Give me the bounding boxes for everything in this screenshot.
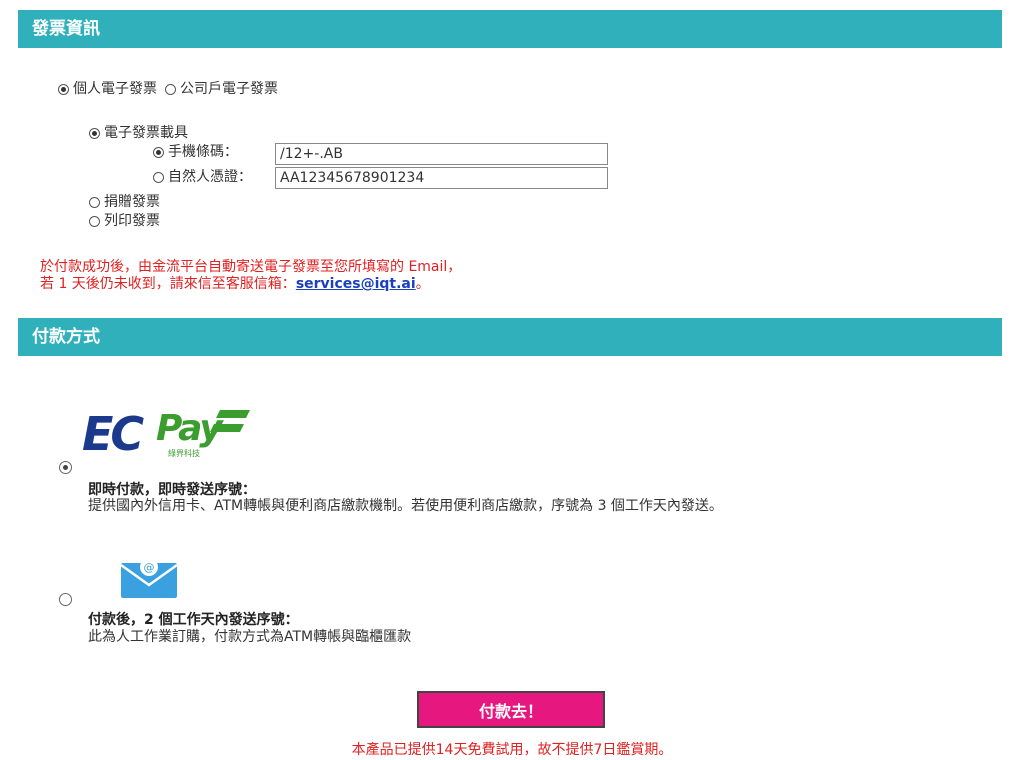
invoice-section-header: 發票資訊 <box>18 10 1002 48</box>
ecpay-logo-graphic: EC Pay 綠界科技 <box>82 407 250 461</box>
personal-invoice-label: 個人電子發票 <box>73 81 157 97</box>
donate-row: 捐贈發票 <box>89 193 160 211</box>
citizen-cert-label: 自然人憑證： <box>168 169 252 185</box>
radio-personal-invoice[interactable] <box>58 83 69 95</box>
donate-invoice-label: 捐贈發票 <box>104 194 160 210</box>
radio-donate-invoice[interactable] <box>89 196 100 208</box>
radio-citizen-cert[interactable] <box>153 171 164 183</box>
support-email-link[interactable]: services@iqt.ai <box>296 276 416 292</box>
citizen-cert-row: 自然人憑證： <box>153 168 252 186</box>
print-invoice-label: 列印發票 <box>104 213 160 229</box>
ecpay-logo: EC Pay 綠界科技 <box>82 402 252 461</box>
pay-submit-button[interactable]: 付款去！ <box>417 691 605 728</box>
radio-manual-payment[interactable] <box>59 593 72 606</box>
print-row: 列印發票 <box>89 212 160 230</box>
manual-payment-desc: 此為人工作業訂購，付款方式為ATM轉帳與臨櫃匯款 <box>88 629 412 645</box>
radio-print-invoice[interactable] <box>89 215 100 227</box>
invoice-notice-line1: 於付款成功後，由金流平台自動寄送電子發票至您所填寫的 Email， <box>40 259 462 275</box>
ecpay-logo-sub: 綠界科技 <box>168 448 200 458</box>
radio-company-invoice[interactable] <box>165 83 176 95</box>
carrier-row: 電子發票載具 <box>89 124 188 142</box>
citizen-cert-input[interactable] <box>275 167 608 189</box>
ecpay-logo-ec: EC <box>82 407 144 460</box>
invoice-notice-line2: 若 1 天後仍未收到，請來信至客服信箱：services@iqt.ai。 <box>40 276 430 292</box>
mobile-barcode-row: 手機條碼： <box>153 143 238 161</box>
mobile-barcode-input[interactable] <box>275 143 608 165</box>
notice-line2-suffix: 。 <box>415 276 430 292</box>
mobile-barcode-label: 手機條碼： <box>168 144 238 160</box>
trial-footnote: 本產品已提供14天免費試用，故不提供7日鑑賞期。 <box>351 742 673 758</box>
ecpay-desc: 提供國內外信用卡、ATM轉帳與便利商店繳款機制。若使用便利商店繳款，序號為 3 … <box>88 498 723 514</box>
company-invoice-label: 公司戶電子發票 <box>180 81 278 97</box>
radio-mobile-barcode[interactable] <box>153 146 164 158</box>
carrier-label: 電子發票載具 <box>104 125 188 141</box>
invoice-type-row: 個人電子發票 公司戶電子發票 <box>58 80 278 98</box>
radio-carrier[interactable] <box>89 127 100 139</box>
radio-ecpay[interactable] <box>59 461 72 474</box>
notice-line2-prefix: 若 1 天後仍未收到，請來信至客服信箱： <box>40 276 296 292</box>
mail-icon: @ <box>120 557 178 599</box>
payment-section-header: 付款方式 <box>18 318 1002 356</box>
svg-text:@: @ <box>144 561 155 574</box>
